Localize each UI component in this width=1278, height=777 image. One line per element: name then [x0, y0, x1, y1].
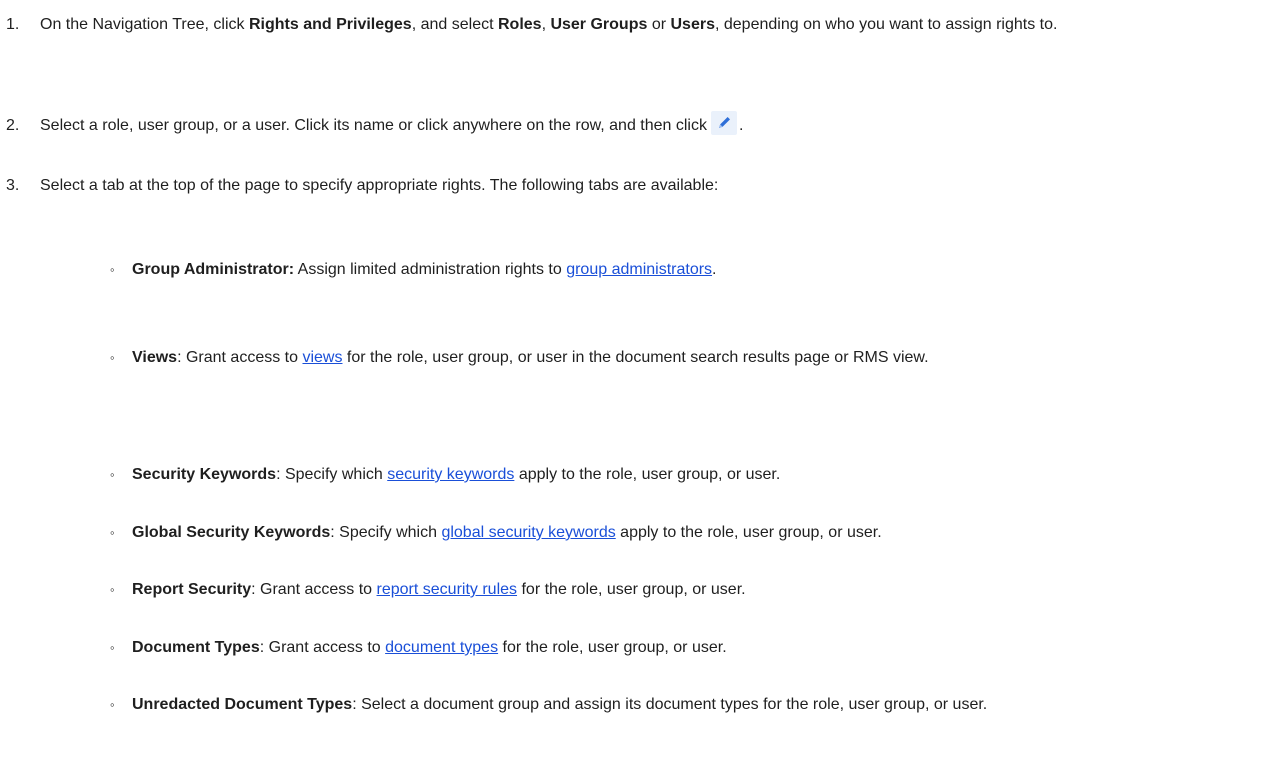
bullet-mark: ◦ — [110, 640, 115, 655]
nav-rights-privileges-label: Rights and Privileges — [248, 16, 412, 33]
tab-label: Report Security — [132, 581, 252, 598]
document-types-link[interactable]: document types — [385, 639, 498, 656]
step-text: Select a role, user group, or a user. Cl… — [40, 111, 1268, 140]
report-security-rules-link[interactable]: report security rules — [377, 581, 518, 598]
pencil-edit-icon[interactable] — [710, 111, 737, 135]
step-number: 1. — [6, 16, 20, 33]
step-text: On the Navigation Tree, click Rights and… — [40, 16, 1058, 33]
user-groups-label: User Groups — [550, 16, 648, 33]
global-security-keywords-link[interactable]: global security keywords — [441, 524, 615, 541]
bullet-mark: ◦ — [110, 350, 115, 365]
tab-label: Security Keywords — [132, 466, 277, 483]
bullet-mark: ◦ — [110, 582, 115, 597]
users-label: Users — [670, 16, 715, 33]
views-link[interactable]: views — [302, 349, 342, 366]
security-keywords-link[interactable]: security keywords — [387, 466, 514, 483]
tab-label: Views — [132, 349, 178, 366]
bullet-mark: ◦ — [110, 467, 115, 482]
tab-label: Global Security Keywords — [132, 524, 331, 541]
tab-label: Group Administrator: — [132, 261, 295, 278]
step-number: 3. — [6, 177, 20, 194]
tab-label: Document Types — [132, 639, 260, 656]
roles-label: Roles — [497, 16, 542, 33]
bullet-mark: ◦ — [110, 262, 115, 277]
group-administrators-link[interactable]: group administrators — [566, 261, 712, 278]
tab-label: Unredacted Document Types — [132, 696, 353, 713]
bullet-mark: ◦ — [110, 525, 115, 540]
bullet-mark: ◦ — [110, 697, 115, 712]
step-number: 2. — [6, 117, 20, 134]
step-text: Select a tab at the top of the page to s… — [40, 177, 719, 194]
